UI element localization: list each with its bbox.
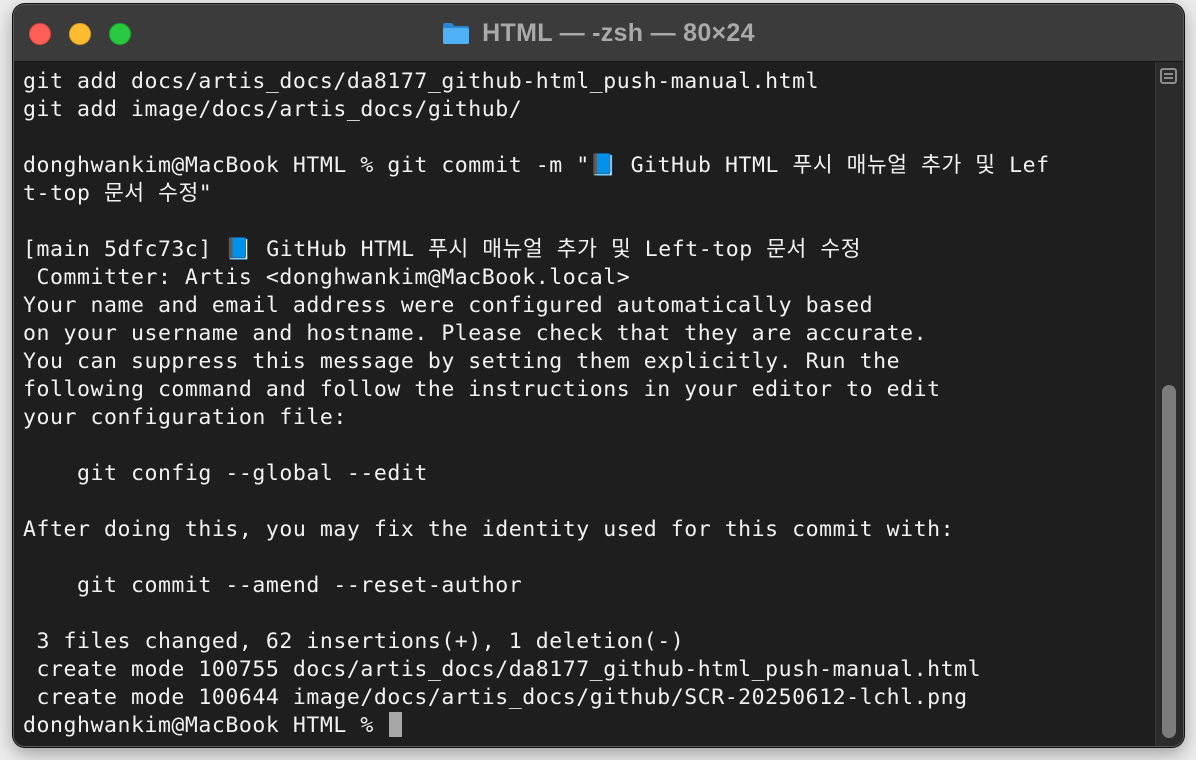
title-area: HTML — -zsh — 80×24 [14,5,1183,61]
terminal-line: After doing this, you may fix the identi… [23,517,955,542]
terminal-line: [main 5dfc73c] 📘 GitHub HTML 푸시 매뉴얼 추가 및… [23,237,862,262]
scrollbar[interactable] [1155,62,1183,746]
marks-icon[interactable] [1160,68,1177,84]
terminal-line: create mode 100644 image/docs/artis_docs… [23,685,968,710]
prompt-line[interactable]: donghwankim@MacBook HTML % [23,712,1050,740]
terminal-line: git add image/docs/artis_docs/github/ [23,97,523,122]
terminal-line: donghwankim@MacBook HTML % git commit -m… [23,153,1050,178]
window-title: HTML — -zsh — 80×24 [482,18,755,47]
terminal-line: git config --global --edit [23,461,428,486]
terminal-line: on your username and hostname. Please ch… [23,321,928,346]
terminal-line: following command and follow the instruc… [23,377,941,402]
terminal-output[interactable]: git add docs/artis_docs/da8177_github-ht… [14,62,1156,746]
terminal-line: 3 files changed, 62 insertions(+), 1 del… [23,629,685,654]
terminal-line: create mode 100755 docs/artis_docs/da817… [23,657,982,682]
folder-icon [442,21,470,45]
terminal-line: Committer: Artis <donghwankim@MacBook.lo… [23,265,631,290]
terminal-line: You can suppress this message by setting… [23,349,901,374]
prompt-text: donghwankim@MacBook HTML % [23,713,388,738]
output-lines: git add docs/artis_docs/da8177_github-ht… [23,68,1050,740]
terminal-line: git commit --amend --reset-author [23,573,523,598]
terminal-line: git add docs/artis_docs/da8177_github-ht… [23,69,820,94]
terminal-line: t-top 문서 수정" [23,181,213,206]
terminal-window: HTML — -zsh — 80×24 git add docs/artis_d… [13,4,1184,747]
title-bar[interactable]: HTML — -zsh — 80×24 [14,5,1183,62]
scrollbar-thumb[interactable] [1162,385,1176,738]
terminal-line: Your name and email address were configu… [23,293,874,318]
text-cursor [389,712,403,737]
terminal-line: your configuration file: [23,405,347,430]
